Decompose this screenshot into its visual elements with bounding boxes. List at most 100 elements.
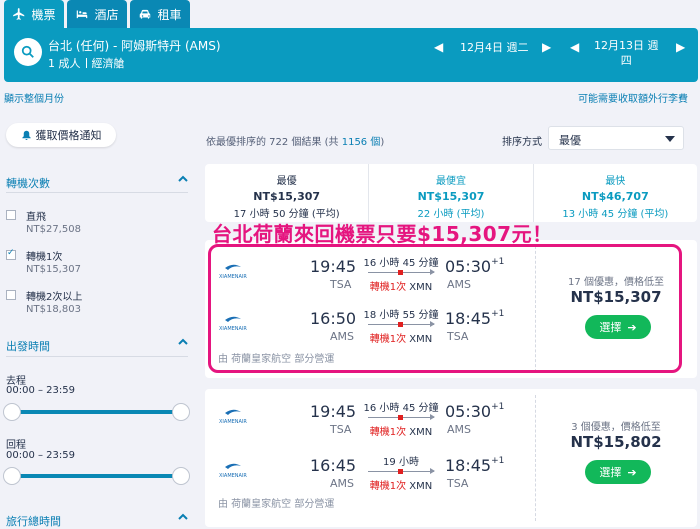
sort-selected-value: 最優 — [559, 134, 581, 147]
route-arrow — [368, 414, 435, 420]
outbound-slider-start-handle[interactable] — [3, 403, 21, 421]
outbound-range: 00:00 – 23:59 — [6, 385, 75, 396]
sort-tab-title: 最快 — [605, 176, 626, 187]
return-slider-end-handle[interactable] — [172, 467, 190, 485]
search-summary-bar[interactable]: 台北 (任何) - 阿姆斯特丹 (AMS) 1 成人 經濟艙 ◀ 12月4日 週二… — [4, 28, 698, 82]
stop-airport: XMN — [409, 481, 433, 492]
tab-flights[interactable]: 機票 — [4, 0, 64, 28]
sort-select[interactable]: 最優 — [548, 126, 684, 150]
separator — [85, 58, 87, 68]
stops-direct-label: 直飛 — [26, 212, 46, 223]
stops-two-plus-checkbox[interactable] — [6, 290, 16, 300]
arrow-right-icon: ➔ — [627, 465, 637, 479]
departure-time-title: 出發時間 — [6, 340, 50, 353]
stop-airport: XMN — [409, 427, 433, 438]
divider — [6, 192, 188, 193]
results-count-prefix: 依最優排序的 722 個結果 (共 — [206, 137, 339, 148]
results-total-link[interactable]: 1156 個 — [342, 137, 381, 148]
stops-direct-checkbox[interactable] — [6, 210, 16, 220]
select-label: 選擇 — [599, 466, 622, 479]
next-day-marker: +1 — [491, 456, 505, 466]
tab-cars[interactable]: 租車 — [130, 0, 190, 28]
sort-tab-price: NT$46,707 — [581, 190, 649, 203]
search-icon — [21, 45, 34, 58]
car-icon — [140, 9, 151, 19]
arrival-time: 18:45+1 — [445, 456, 504, 475]
stops-filter-header[interactable]: 轉機次數 — [6, 175, 188, 191]
sort-tab-title: 最優 — [276, 176, 297, 187]
stop-info: 轉機1次 XMN — [363, 477, 439, 492]
sort-tab-best[interactable]: 最優 NT$15,307 17 小時 50 分鐘 (平均) — [205, 164, 368, 222]
depart-date[interactable]: 12月4日 週二 — [460, 40, 529, 55]
select-flight-button[interactable]: 選擇 ➔ — [585, 460, 651, 484]
stops-filter-title: 轉機次數 — [6, 177, 50, 190]
deal-count: 3 個優惠，價格低至 — [571, 422, 661, 433]
stops-two-plus-label: 轉機2次以上 — [26, 292, 83, 303]
caret-down-icon — [665, 136, 675, 142]
search-button[interactable] — [14, 38, 42, 66]
return-slider-start-handle[interactable] — [3, 467, 21, 485]
chevron-up-icon[interactable] — [178, 512, 188, 522]
airplane-icon — [13, 8, 25, 20]
leg-duration: 16 小時 45 分鐘 — [363, 403, 439, 414]
sort-tabs: 最優 NT$15,307 17 小時 50 分鐘 (平均) 最便宜 NT$15,… — [205, 164, 697, 222]
return-prev-chevron-icon[interactable]: ◀ — [570, 40, 579, 54]
next-day-marker: +1 — [491, 402, 505, 412]
chevron-up-icon[interactable] — [178, 337, 188, 347]
stop-info: 轉機1次 XMN — [363, 423, 439, 438]
return-label: 回程 — [6, 440, 26, 451]
tab-hotels[interactable]: 酒店 — [67, 0, 127, 28]
baggage-fee-link[interactable]: 可能需要收取額外行李費 — [578, 90, 688, 105]
departure-airport: AMS — [330, 477, 354, 490]
stop-count: 轉機1次 — [369, 427, 407, 438]
stop-marker — [398, 415, 403, 420]
svg-text:XIAMENAIR: XIAMENAIR — [219, 473, 247, 479]
return-next-chevron-icon[interactable]: ▶ — [676, 40, 685, 54]
xiamen-air-logo: XIAMENAIR — [219, 463, 247, 479]
sort-tab-fastest[interactable]: 最快 NT$46,707 13 小時 45 分鐘 (平均) — [532, 164, 697, 222]
outbound-leg: XIAMENAIR 19:45 TSA 16 小時 45 分鐘 轉機1次 XMN… — [205, 395, 535, 447]
total-duration-title: 旅行總時間 — [6, 515, 61, 528]
sort-tab-title: 最便宜 — [435, 176, 466, 187]
sort-tab-duration: 13 小時 45 分鐘 (平均) — [562, 209, 669, 220]
month-view-link[interactable]: 顯示整個月份 — [4, 90, 64, 105]
return-date-line1: 12月13日 週 — [594, 39, 659, 52]
card-divider — [535, 395, 536, 521]
return-date-line2: 四 — [620, 54, 632, 67]
departure-time: 16:45 — [310, 456, 357, 475]
route-arrow — [368, 468, 435, 474]
leg-duration: 19 小時 — [383, 457, 419, 468]
divider — [6, 356, 188, 357]
arrival-airport: TSA — [447, 477, 469, 490]
tab-label: 酒店 — [94, 7, 119, 22]
sort-tab-price: NT$15,307 — [417, 190, 485, 203]
chevron-up-icon[interactable] — [178, 174, 188, 184]
depart-prev-chevron-icon[interactable]: ◀ — [434, 40, 443, 54]
arrival-time-text: 18:45 — [445, 456, 492, 475]
departure-time-header[interactable]: 出發時間 — [6, 338, 188, 354]
stop-marker — [398, 469, 403, 474]
arrival-airport: AMS — [447, 423, 471, 436]
return-time-slider[interactable] — [3, 467, 190, 485]
sort-tab-cheapest[interactable]: 最便宜 NT$15,307 22 小時 (平均) — [368, 164, 532, 222]
flight-result-card[interactable]: XIAMENAIR 19:45 TSA 16 小時 45 分鐘 轉機1次 XMN… — [205, 389, 697, 527]
tab-label: 機票 — [31, 7, 56, 22]
outbound-slider-end-handle[interactable] — [172, 403, 190, 421]
arrival-time: 05:30+1 — [445, 402, 504, 421]
highlight-box — [208, 244, 682, 373]
product-tabs: 機票 酒店 租車 — [0, 0, 190, 28]
outbound-time-slider[interactable] — [3, 403, 190, 421]
departure-airport: TSA — [330, 423, 352, 436]
route-text: 台北 (任何) - 阿姆斯特丹 (AMS) — [48, 39, 221, 53]
depart-next-chevron-icon[interactable]: ▶ — [542, 40, 551, 54]
stops-direct-price: NT$27,508 — [26, 224, 81, 235]
operator-note: 由 荷蘭皇家航空 部分營運 — [218, 499, 335, 510]
price-alert-label: 獲取價格通知 — [35, 129, 102, 142]
return-date[interactable]: 12月13日 週 四 — [594, 38, 659, 68]
stops-one-label: 轉機1次 — [26, 252, 63, 263]
results-count: 依最優排序的 722 個結果 (共 1156 個) — [206, 133, 384, 148]
results-count-suffix: ) — [380, 137, 385, 148]
sort-tab-price: NT$15,307 — [253, 190, 321, 203]
price-alert-button[interactable]: 獲取價格通知 — [6, 123, 116, 147]
stops-one-checkbox[interactable] — [6, 248, 16, 260]
